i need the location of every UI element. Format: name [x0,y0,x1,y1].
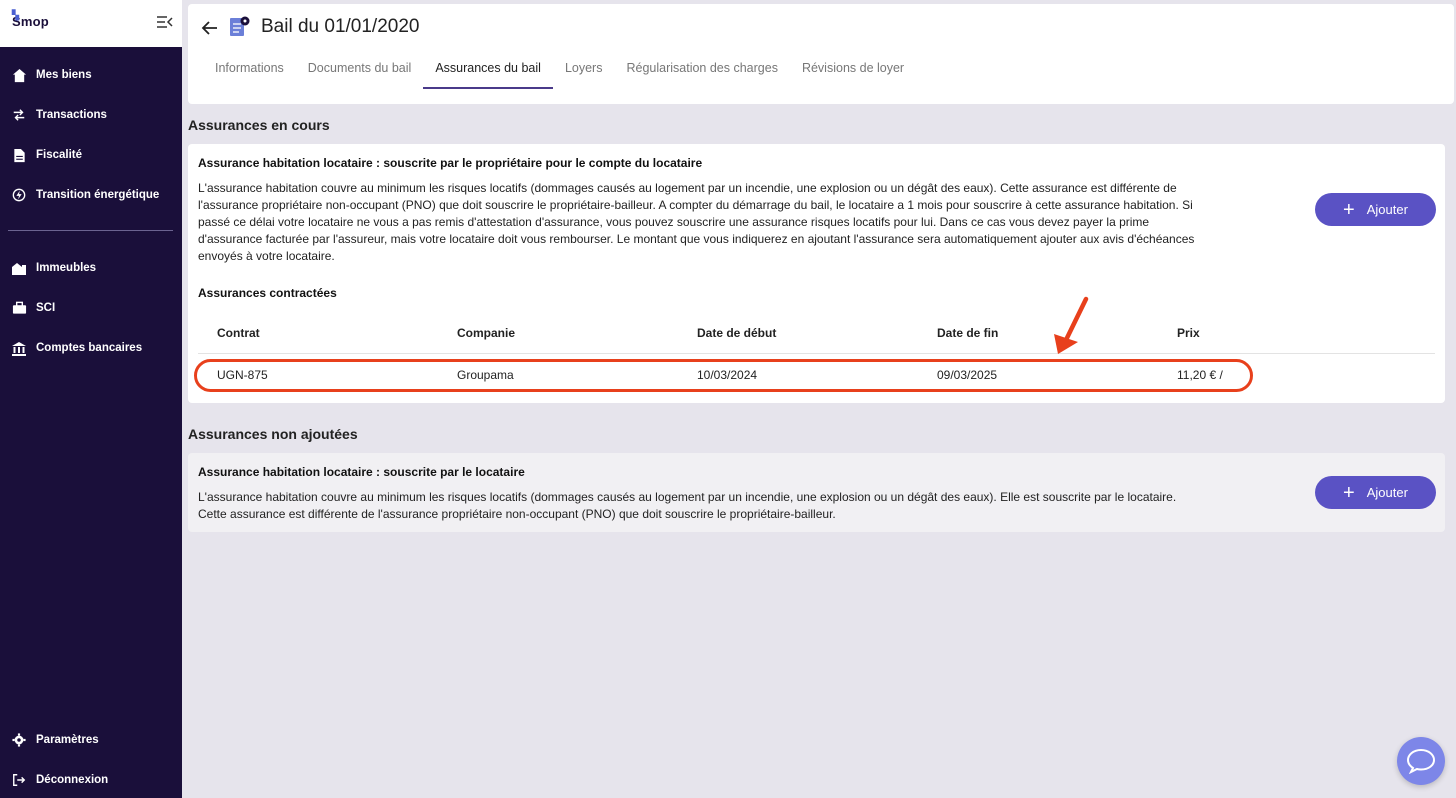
current-card-heading: Assurance habitation locataire : souscri… [198,156,703,170]
not-added-card-heading: Assurance habitation locataire : souscri… [198,465,525,479]
home-icon [11,67,27,83]
sidebar: ▚ Smop Mes biens Transactions Fiscalité … [0,0,182,798]
sidebar-item-sci[interactable]: SCI [0,290,182,326]
column-date-debut: Date de début [697,326,777,340]
sidebar-item-comptes-bancaires[interactable]: Comptes bancaires [0,330,182,366]
gear-icon [11,732,27,748]
energy-icon [11,187,27,203]
logout-icon [11,772,27,788]
cell-companie: Groupama [457,368,514,382]
column-prix: Prix [1177,326,1200,340]
not-added-insurance-card: Assurance habitation locataire : souscri… [188,453,1445,532]
not-added-card-description: L'assurance habitation couvre au minimum… [198,490,1177,521]
column-companie: Companie [457,326,516,340]
sidebar-item-transition-energetique[interactable]: Transition énergétique [0,177,182,213]
back-arrow-icon[interactable] [200,18,220,38]
tab-regularisation-des-charges[interactable]: Régularisation des charges [614,56,789,89]
chat-button[interactable] [1397,737,1445,785]
collapse-menu-icon[interactable] [156,14,174,30]
current-card-description: L'assurance habitation couvre au minimum… [198,181,1195,263]
cell-prix: 11,20 € / [1177,368,1223,382]
add-tenant-insurance-button[interactable]: + Ajouter [1315,476,1436,509]
sidebar-divider [8,230,173,231]
sidebar-item-deconnexion[interactable]: Déconnexion [0,762,182,798]
add-insurance-button[interactable]: + Ajouter [1315,193,1436,226]
lease-header: Bail du 01/01/2020 Informations Document… [188,4,1454,104]
tab-assurances-du-bail[interactable]: Assurances du bail [423,56,553,89]
tab-revisions-de-loyer[interactable]: Révisions de loyer [790,56,916,89]
document-icon [11,147,27,163]
tab-informations[interactable]: Informations [203,56,296,89]
app-logo[interactable]: ▚ Smop [12,10,49,29]
cell-date-fin: 09/03/2025 [937,368,998,382]
column-date-fin: Date de fin [937,326,999,340]
sidebar-header: ▚ Smop [0,0,182,47]
current-insurance-card: Assurance habitation locataire : souscri… [188,144,1445,403]
logo-mark-icon: ▚ [12,10,20,20]
cell-contrat: UGN-875 [217,368,268,382]
chat-bubble-icon [1406,748,1436,774]
sidebar-item-fiscalite[interactable]: Fiscalité [0,137,182,173]
plus-icon: + [1343,198,1355,221]
buildings-icon [11,260,27,276]
sidebar-item-mes-biens[interactable]: Mes biens [0,57,182,93]
current-insurances-title: Assurances en cours [188,117,330,133]
sidebar-item-transactions[interactable]: Transactions [0,97,182,133]
lease-document-icon [230,16,250,36]
plus-icon: + [1343,481,1355,504]
tab-documents-du-bail[interactable]: Documents du bail [296,56,424,89]
sidebar-item-parametres[interactable]: Paramètres [0,722,182,758]
tab-loyers[interactable]: Loyers [553,56,615,89]
column-contrat: Contrat [217,326,260,340]
page-title: Bail du 01/01/2020 [261,16,420,37]
sidebar-item-immeubles[interactable]: Immeubles [0,250,182,286]
table-header: Contrat Companie Date de début Date de f… [198,314,1435,354]
cell-date-debut: 10/03/2024 [697,368,758,382]
swap-icon [11,107,27,123]
bank-icon [11,340,27,356]
contracts-heading: Assurances contractées [198,286,337,300]
not-added-insurances-title: Assurances non ajoutées [188,426,358,442]
table-row[interactable]: UGN-875 Groupama 10/03/2024 09/03/2025 1… [198,355,1435,395]
lease-tabs: Informations Documents du bail Assurance… [203,56,916,89]
briefcase-icon [11,300,27,316]
